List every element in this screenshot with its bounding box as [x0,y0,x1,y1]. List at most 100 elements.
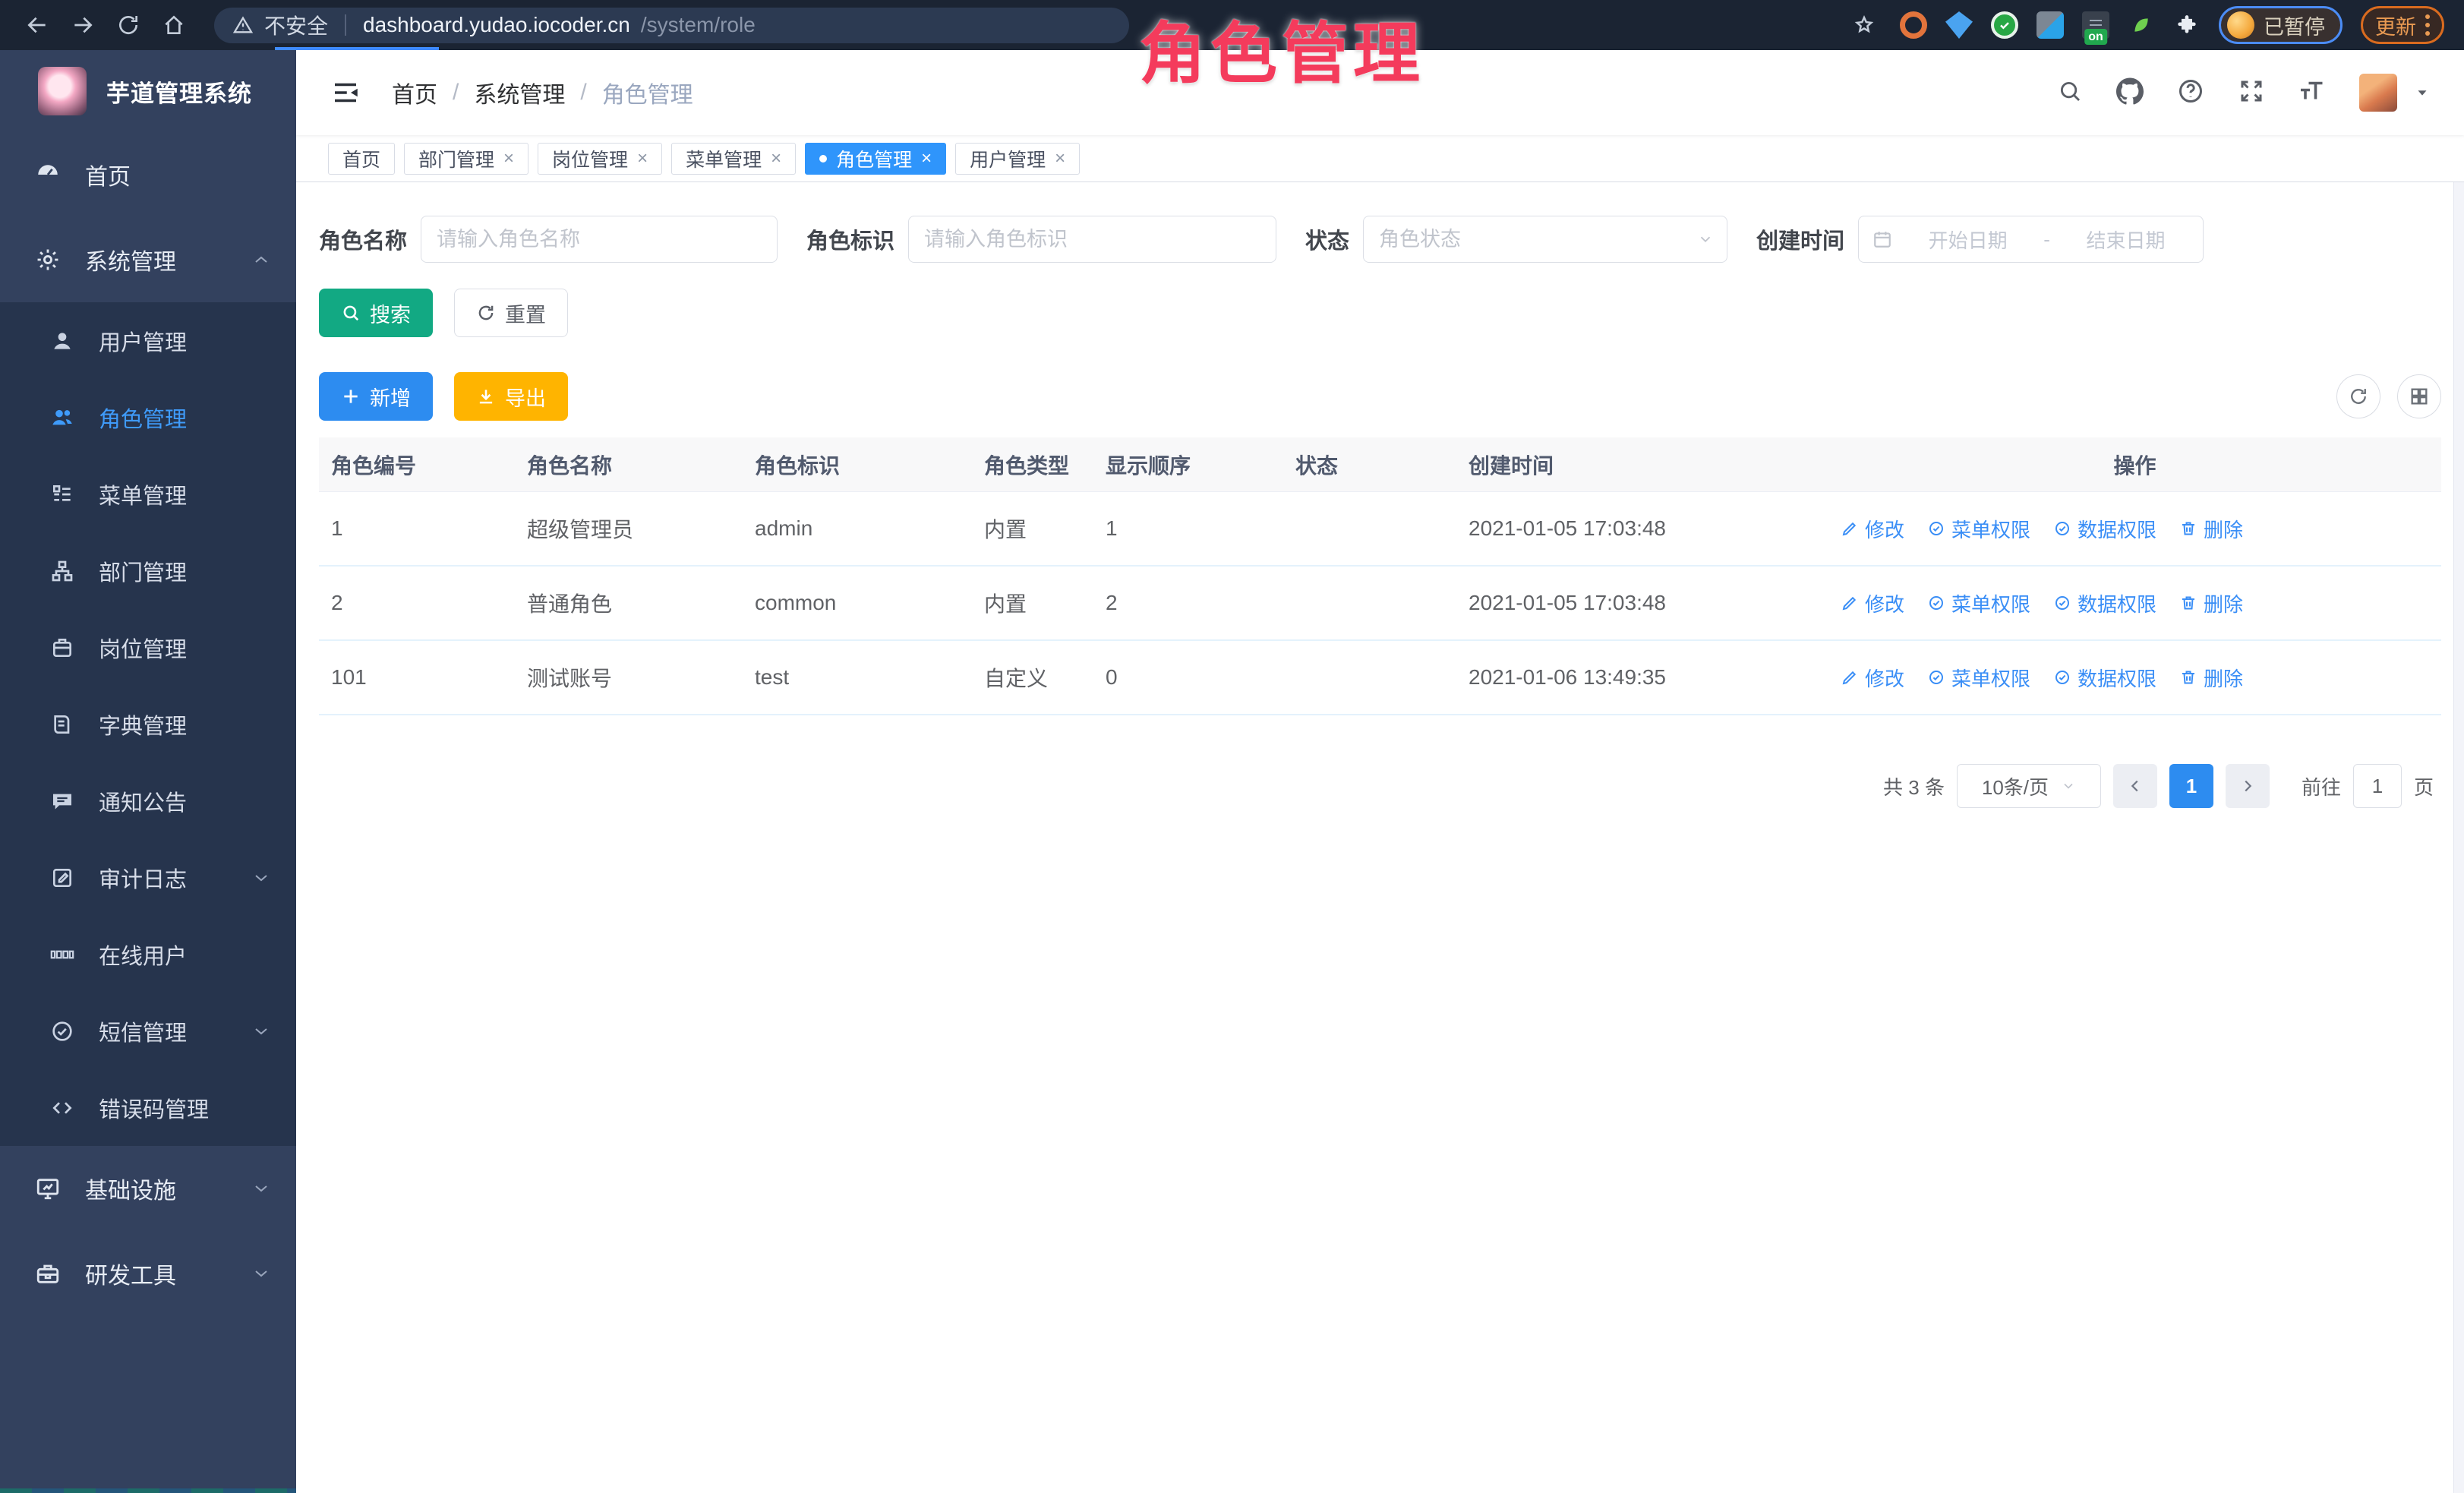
sidebar-item-dev-tools[interactable]: 研发工具 [0,1231,296,1316]
breadcrumb-current: 角色管理 [602,76,693,109]
sidebar-bottom-strip [0,1488,296,1493]
sidebar-item-sms[interactable]: 短信管理 [0,993,296,1069]
app-logo-row[interactable]: 芋道管理系统 [0,50,296,132]
close-icon[interactable] [771,147,781,169]
edit-link[interactable]: 修改 [1841,515,1904,543]
github-icon[interactable] [2116,77,2144,109]
sidebar-item-error-codes[interactable]: 错误码管理 [0,1069,296,1146]
delete-link[interactable]: 删除 [2179,589,2243,617]
extension-duo-icon[interactable] [2037,11,2064,39]
role-name-input[interactable] [421,216,778,263]
extension-server-icon[interactable]: on [2082,11,2109,39]
sidebar-item-departments[interactable]: 部门管理 [0,532,296,609]
breadcrumb-home[interactable]: 首页 [392,76,437,109]
extension-leaf-icon[interactable] [2128,11,2155,39]
sidebar-item-announcements[interactable]: 通知公告 [0,762,296,839]
reset-button[interactable]: 重置 [454,289,568,337]
col-header-sort: 显示顺序 [1093,450,1283,480]
page-number-current[interactable]: 1 [2169,764,2213,808]
sidebar-item-menus[interactable]: 菜单管理 [0,456,296,532]
role-name-label: 角色名称 [319,223,407,255]
hamburger-icon[interactable] [330,77,361,109]
extension-target-icon[interactable] [1900,11,1927,39]
sidebar-item-label: 用户管理 [99,325,187,357]
data-permission-link[interactable]: 数据权限 [2053,515,2156,543]
sidebar-item-posts[interactable]: 岗位管理 [0,609,296,686]
date-end-placeholder[interactable]: 结束日期 [2062,226,2189,254]
code-icon [49,1096,76,1120]
data-permission-link[interactable]: 数据权限 [2053,589,2156,617]
extension-gem-icon[interactable] [1945,11,1973,39]
page-size-select[interactable]: 10条/页 [1957,764,2101,808]
close-icon[interactable] [1055,147,1065,169]
forward-icon[interactable] [65,8,100,43]
sidebar: 芋道管理系统 首页 系统管理 用户管理 [0,50,296,1493]
bookmark-star-icon[interactable] [1847,8,1882,43]
browser-profile-badge[interactable]: 已暂停 [2219,6,2343,44]
close-icon[interactable] [637,147,648,169]
close-icon[interactable] [921,147,932,169]
sidebar-item-system[interactable]: 系统管理 [0,217,296,302]
url-divider [345,14,346,36]
dictionary-icon [49,712,76,737]
create-time-label: 创建时间 [1756,223,1844,255]
delete-link[interactable]: 删除 [2179,664,2243,692]
sidebar-item-users[interactable]: 用户管理 [0,302,296,379]
goto-label: 前往 [2302,772,2341,800]
breadcrumb-system[interactable]: 系统管理 [474,76,565,109]
sidebar-item-label: 字典管理 [99,709,187,740]
tab-menus[interactable]: 菜单管理 [671,143,796,175]
menu-permission-link[interactable]: 菜单权限 [1927,589,2030,617]
address-bar[interactable]: 不安全 dashboard.yudao.iocoder.cn /system/r… [214,8,1129,43]
edit-link[interactable]: 修改 [1841,664,1904,692]
sidebar-item-infrastructure[interactable]: 基础设施 [0,1146,296,1231]
chrome-menu-icon[interactable] [2425,14,2430,36]
goto-page-input[interactable] [2353,764,2402,808]
export-button[interactable]: 导出 [454,372,568,421]
extension-check-icon[interactable] [1991,11,2018,39]
data-permission-link[interactable]: 数据权限 [2053,664,2156,692]
sidebar-item-online-users[interactable]: 在线用户 [0,916,296,993]
extension-puzzle-icon[interactable] [2173,11,2201,39]
tab-departments[interactable]: 部门管理 [404,143,528,175]
next-page-button[interactable] [2226,764,2270,808]
user-avatar[interactable] [2359,74,2397,112]
role-key-input[interactable] [908,216,1276,263]
help-icon[interactable] [2177,77,2204,109]
prev-page-button[interactable] [2113,764,2157,808]
sidebar-item-label: 在线用户 [99,939,187,971]
app-title: 芋道管理系统 [106,74,252,109]
sidebar-item-audit-log[interactable]: 审计日志 [0,839,296,916]
date-start-placeholder[interactable]: 开始日期 [1904,226,2031,254]
date-range-picker[interactable]: 开始日期 - 结束日期 [1858,216,2204,263]
back-icon[interactable] [20,8,55,43]
sidebar-item-roles[interactable]: 角色管理 [0,379,296,456]
search-icon[interactable] [2057,78,2083,108]
refresh-table-button[interactable] [2336,374,2380,418]
font-size-icon[interactable] [2298,77,2326,109]
sidebar-item-home[interactable]: 首页 [0,132,296,217]
page-content: 角色名称 角色标识 状态 创建时间 [296,182,2464,1493]
fullscreen-icon[interactable] [2238,77,2265,109]
edit-link[interactable]: 修改 [1841,589,1904,617]
reload-icon[interactable] [111,8,146,43]
tab-roles-active[interactable]: 角色管理 [805,143,946,175]
sidebar-item-dictionary[interactable]: 字典管理 [0,686,296,762]
search-button[interactable]: 搜索 [319,289,433,337]
menu-permission-link[interactable]: 菜单权限 [1927,515,2030,543]
add-button[interactable]: 新增 [319,372,433,421]
tab-posts[interactable]: 岗位管理 [538,143,662,175]
menu-permission-link[interactable]: 菜单权限 [1927,664,2030,692]
page-scrollbar[interactable] [2453,50,2464,1493]
status-select-input[interactable] [1363,216,1727,263]
caret-down-icon[interactable] [2414,84,2431,101]
calendar-icon [1872,229,1892,249]
delete-link[interactable]: 删除 [2179,515,2243,543]
column-settings-button[interactable] [2397,374,2441,418]
close-icon[interactable] [503,147,514,169]
status-select[interactable] [1363,216,1727,263]
browser-update-button[interactable]: 更新 [2361,6,2444,44]
tab-users[interactable]: 用户管理 [955,143,1080,175]
home-icon[interactable] [156,8,191,43]
tab-home[interactable]: 首页 [328,143,395,175]
